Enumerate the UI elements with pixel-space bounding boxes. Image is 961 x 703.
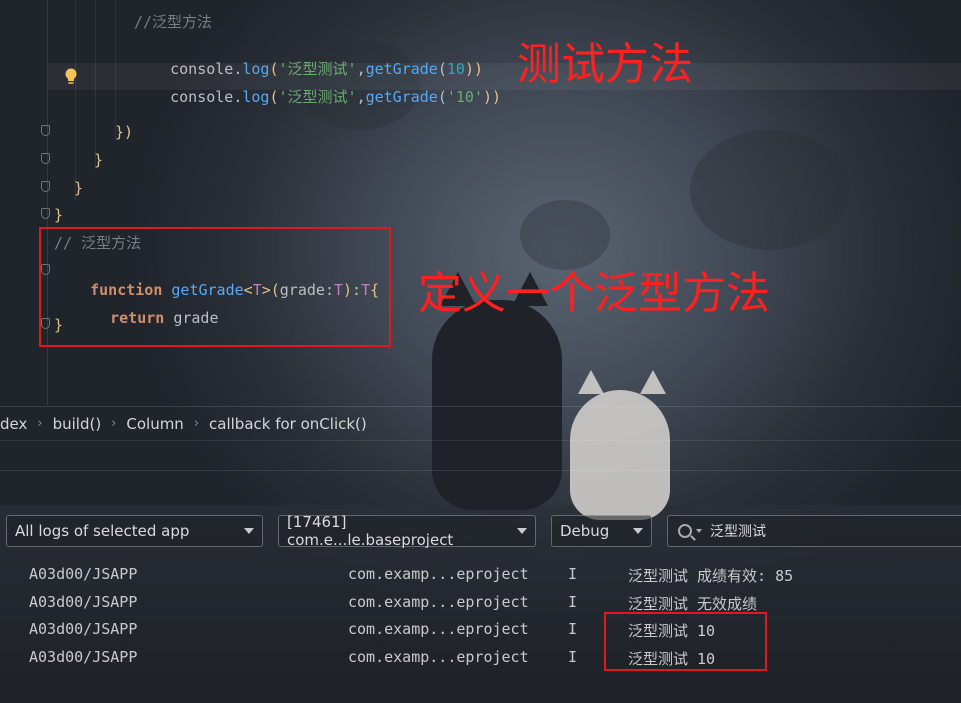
log-row[interactable]: A03d00/JSAPP com.examp...eproject I 泛型测试…: [0, 561, 961, 588]
fold-icon[interactable]: [41, 318, 50, 329]
log-message: 泛型测试 成绩有效: 85: [628, 567, 794, 585]
search-icon: [678, 524, 692, 538]
fold-icon[interactable]: [41, 208, 50, 219]
log-level-label: Debug: [560, 522, 610, 540]
code-line-console2: console.log('泛型测试',getGrade('10')): [170, 88, 502, 106]
annotation-test-method: 测试方法: [517, 39, 693, 90]
fold-icon[interactable]: [41, 153, 50, 164]
log-message: 泛型测试 无效成绩: [628, 595, 758, 613]
chevron-right-icon: ›: [193, 416, 200, 431]
log-package: com.examp...eproject: [348, 620, 529, 638]
code-close-brace: }: [54, 316, 64, 334]
lightbulb-icon[interactable]: [64, 68, 78, 86]
app-filter-label: All logs of selected app: [15, 522, 190, 540]
code-comment: // 泛型方法: [54, 234, 142, 252]
log-tag: A03d00/JSAPP: [29, 648, 138, 666]
log-level: I: [568, 593, 578, 611]
annotation-define-generic: 定义一个泛型方法: [418, 268, 770, 319]
chevron-down-icon: [696, 529, 702, 533]
fold-icon[interactable]: [41, 264, 50, 275]
code-editor[interactable]: //泛型方法 console.log('泛型测试',getGrade(10)) …: [0, 0, 961, 405]
log-level-dropdown[interactable]: Debug: [551, 515, 652, 547]
breadcrumb-item[interactable]: Column: [120, 415, 189, 433]
breadcrumb-item[interactable]: dex: [0, 415, 33, 433]
breadcrumb: dex › build() › Column › callback for on…: [0, 406, 961, 441]
chevron-down-icon: [517, 528, 527, 534]
log-package: com.examp...eproject: [348, 565, 529, 583]
code-comment: //泛型方法: [134, 13, 213, 31]
log-row[interactable]: A03d00/JSAPP com.examp...eproject I 泛型测试…: [0, 616, 961, 643]
breadcrumb-item[interactable]: callback for onClick(): [203, 415, 373, 433]
breadcrumb-item[interactable]: build(): [47, 415, 108, 433]
log-level: I: [568, 620, 578, 638]
log-level: I: [568, 565, 578, 583]
process-dropdown[interactable]: [17461] com.e...le.baseproject: [278, 513, 536, 549]
highlight-box-logs: [604, 612, 767, 671]
code-line-return: return grade: [110, 309, 219, 327]
log-package: com.examp...eproject: [348, 593, 529, 611]
log-tag: A03d00/JSAPP: [29, 593, 138, 611]
fold-icon[interactable]: [41, 125, 50, 136]
chevron-right-icon: ›: [37, 416, 43, 431]
log-search-input[interactable]: 泛型测试: [667, 515, 961, 547]
log-row[interactable]: A03d00/JSAPP com.examp...eproject I 泛型测试…: [0, 644, 961, 671]
process-label: [17461] com.e...le.baseproject: [287, 513, 454, 549]
log-search-value: 泛型测试: [710, 524, 766, 540]
log-tag: A03d00/JSAPP: [29, 565, 138, 583]
log-package: com.examp...eproject: [348, 648, 529, 666]
app-filter-dropdown[interactable]: All logs of selected app: [6, 515, 263, 547]
code-close-brace: }: [94, 151, 104, 169]
chevron-down-icon: [244, 528, 254, 534]
code-close-brace: }: [74, 179, 84, 197]
log-level: I: [568, 648, 578, 666]
chevron-down-icon: [633, 528, 643, 534]
panel-tab-bar: [0, 440, 961, 471]
code-close-brace: }: [54, 206, 64, 224]
fold-icon[interactable]: [41, 181, 50, 192]
log-row[interactable]: A03d00/JSAPP com.examp...eproject I 泛型测试…: [0, 589, 961, 616]
chevron-right-icon: ›: [111, 416, 117, 431]
code-close-brace: }): [115, 123, 134, 141]
log-tag: A03d00/JSAPP: [29, 620, 138, 638]
